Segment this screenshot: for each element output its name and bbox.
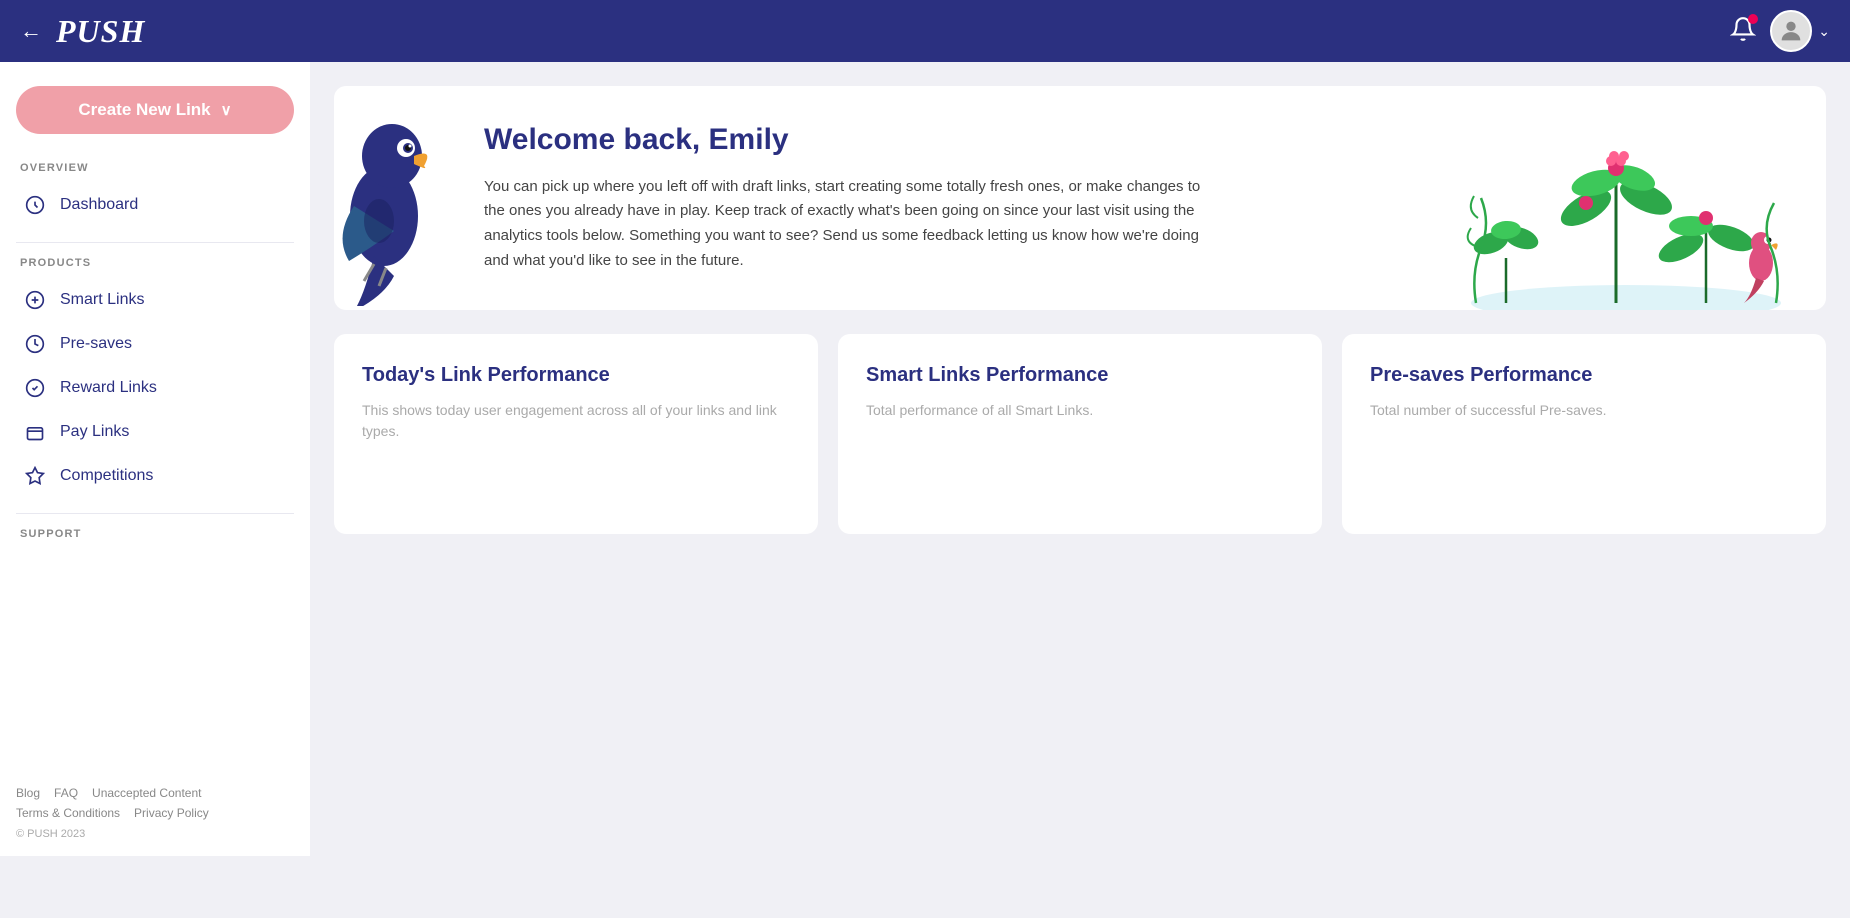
- pre-saves-icon: [24, 333, 46, 355]
- back-button[interactable]: ←: [20, 18, 42, 44]
- welcome-text-block: Welcome back, Emily You can pick up wher…: [484, 123, 1204, 274]
- sidebar-divider-1: [16, 242, 294, 243]
- competitions-label: Competitions: [60, 467, 153, 485]
- sidebar-footer: Blog FAQ Unaccepted Content Terms & Cond…: [16, 786, 294, 840]
- sidebar-item-reward-links[interactable]: Reward Links: [16, 367, 294, 409]
- avatar: [1770, 10, 1812, 52]
- layout: Create New Link ∨ OVERVIEW Dashboard PRO…: [0, 62, 1850, 856]
- card-grid: Today's Link Performance This shows toda…: [334, 334, 1826, 534]
- notification-badge: [1748, 14, 1758, 24]
- smart-links-performance-desc: Total performance of all Smart Links.: [866, 400, 1294, 421]
- logo: PUSH: [56, 13, 145, 50]
- create-new-link-label: Create New Link: [78, 100, 210, 120]
- avatar-icon: [1777, 17, 1805, 45]
- sidebar-divider-2: [16, 513, 294, 514]
- pre-saves-performance-card: Pre-saves Performance Total number of su…: [1342, 334, 1826, 534]
- create-btn-chevron-icon: ∨: [221, 101, 232, 119]
- pre-saves-label: Pre-saves: [60, 335, 132, 353]
- parrot-illustration: [334, 86, 444, 296]
- welcome-card: Welcome back, Emily You can pick up wher…: [334, 86, 1826, 310]
- sidebar-item-pre-saves[interactable]: Pre-saves: [16, 323, 294, 365]
- topnav: ← PUSH ⌄: [0, 0, 1850, 62]
- pre-saves-performance-title: Pre-saves Performance: [1370, 362, 1798, 388]
- smart-links-label: Smart Links: [60, 291, 144, 309]
- welcome-title: Welcome back, Emily: [484, 123, 1204, 157]
- support-section-label: SUPPORT: [20, 528, 294, 540]
- footer-links: Blog FAQ Unaccepted Content Terms & Cond…: [16, 786, 294, 820]
- user-menu[interactable]: ⌄: [1770, 10, 1830, 52]
- sidebar-item-competitions[interactable]: Competitions: [16, 455, 294, 497]
- today-link-performance-card: Today's Link Performance This shows toda…: [334, 334, 818, 534]
- pay-links-label: Pay Links: [60, 423, 129, 441]
- overview-section-label: OVERVIEW: [20, 162, 294, 174]
- copyright: © PUSH 2023: [16, 828, 294, 840]
- parrot-svg: [334, 86, 444, 306]
- notifications-button[interactable]: [1730, 16, 1756, 47]
- create-new-link-button[interactable]: Create New Link ∨: [16, 86, 294, 134]
- smart-links-performance-title: Smart Links Performance: [866, 362, 1294, 388]
- footer-faq-link[interactable]: FAQ: [54, 786, 78, 800]
- welcome-body: You can pick up where you left off with …: [484, 175, 1204, 274]
- sidebar: Create New Link ∨ OVERVIEW Dashboard PRO…: [0, 62, 310, 856]
- sidebar-item-pay-links[interactable]: Pay Links: [16, 411, 294, 453]
- pre-saves-performance-desc: Total number of successful Pre-saves.: [1370, 400, 1798, 421]
- footer-privacy-link[interactable]: Privacy Policy: [134, 806, 209, 820]
- smart-links-icon: [24, 289, 46, 311]
- footer-terms-link[interactable]: Terms & Conditions: [16, 806, 120, 820]
- reward-links-icon: [24, 377, 46, 399]
- competitions-icon: [24, 465, 46, 487]
- pay-links-icon: [24, 421, 46, 443]
- sidebar-item-smart-links[interactable]: Smart Links: [16, 279, 294, 321]
- footer-blog-link[interactable]: Blog: [16, 786, 40, 800]
- plants-svg: [1466, 118, 1786, 310]
- chevron-down-icon: ⌄: [1818, 23, 1830, 40]
- footer-unaccepted-link[interactable]: Unaccepted Content: [92, 786, 201, 800]
- today-link-performance-title: Today's Link Performance: [362, 362, 790, 388]
- dashboard-icon: [24, 194, 46, 216]
- main-content: Welcome back, Emily You can pick up wher…: [310, 62, 1850, 856]
- today-link-performance-desc: This shows today user engagement across …: [362, 400, 790, 442]
- dashboard-label: Dashboard: [60, 196, 138, 214]
- plants-illustration: [1466, 118, 1786, 278]
- smart-links-performance-card: Smart Links Performance Total performanc…: [838, 334, 1322, 534]
- sidebar-item-dashboard[interactable]: Dashboard: [16, 184, 294, 226]
- products-section-label: PRODUCTS: [20, 257, 294, 269]
- topnav-right: ⌄: [1730, 10, 1830, 52]
- reward-links-label: Reward Links: [60, 379, 157, 397]
